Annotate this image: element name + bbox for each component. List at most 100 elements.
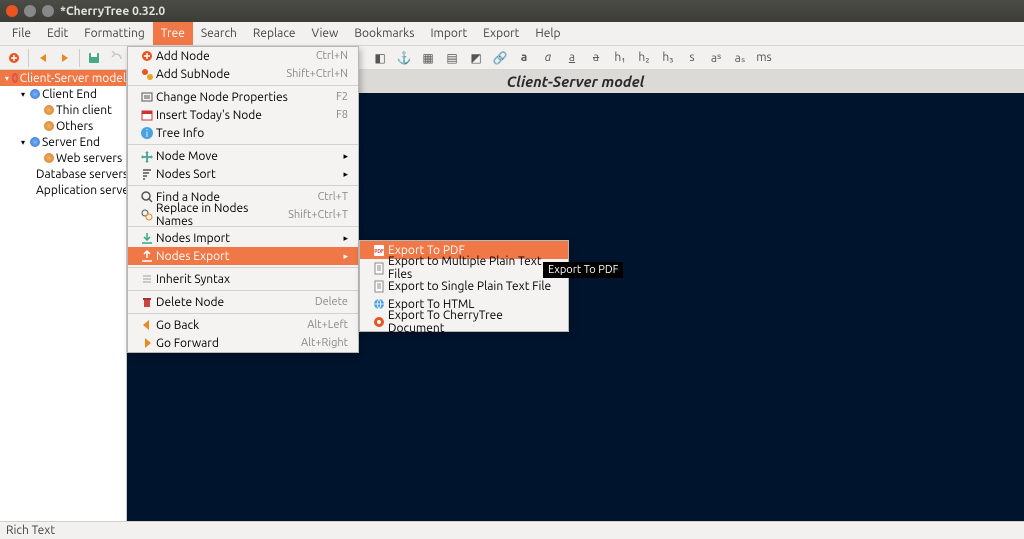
window-minimize-button[interactable] — [24, 5, 36, 17]
tree-menu-dropdown[interactable]: Add NodeCtrl+N Add SubNode Shift+Ctrl+N Cha… — [127, 46, 359, 353]
tree-sidebar[interactable]: ▾ Client-Server model▾ Client End Thin c… — [0, 70, 127, 521]
strike-button[interactable]: a — [586, 48, 606, 68]
menu-item-label: Inherit Syntax — [156, 273, 348, 286]
sub-button[interactable]: aₛ — [730, 48, 750, 68]
menu-item-export-to-cherrytree-document[interactable]: Export To CherryTree Document — [360, 313, 568, 331]
bold-button[interactable]: a — [514, 48, 534, 68]
window-maximize-button[interactable] — [42, 5, 54, 17]
tree-node[interactable]: Web servers — [0, 150, 126, 166]
menu-item-nodes-sort[interactable]: Nodes Sort▸ — [128, 165, 358, 183]
menu-item-label: Go Back — [156, 319, 283, 332]
menu-edit[interactable]: Edit — [39, 22, 76, 45]
window-title: *CherryTree 0.32.0 — [60, 5, 165, 18]
menu-item-inherit-syntax[interactable]: Inherit Syntax — [128, 270, 358, 288]
menu-item-label: Export to Single Plain Text File — [388, 280, 558, 293]
move-icon — [138, 148, 156, 164]
tree-node[interactable]: ▾ Client End — [0, 86, 126, 102]
menu-item-label: Change Node Properties — [156, 91, 312, 104]
menu-formatting[interactable]: Formatting — [76, 22, 153, 45]
picker-button[interactable]: ◧ — [370, 48, 390, 68]
submenu-arrow-icon: ▸ — [343, 251, 348, 262]
h2-button[interactable]: h₂ — [634, 48, 654, 68]
image-ins-button[interactable]: ▦ — [418, 48, 438, 68]
h3-button[interactable]: h₃ — [658, 48, 678, 68]
menu-search[interactable]: Search — [193, 22, 245, 45]
add-node-icon — [138, 48, 156, 64]
menu-shortcut: Alt+Right — [301, 337, 348, 349]
tree-node[interactable]: Database servers — [0, 166, 126, 182]
menu-item-label: Add SubNode — [156, 68, 262, 81]
menu-item-export-to-multiple-plain-text-files[interactable]: Export to Multiple Plain Text Files — [360, 259, 568, 277]
menu-view[interactable]: View — [304, 22, 347, 45]
expand-icon[interactable]: ▾ — [18, 138, 28, 147]
menu-item-insert-today-s-node[interactable]: Insert Today's Node F8 — [128, 106, 358, 124]
node-label: Server End — [42, 136, 100, 149]
menu-file[interactable]: File — [4, 22, 39, 45]
window-close-button[interactable] — [6, 5, 18, 17]
menubar: FileEditFormattingTreeSearchReplaceViewB… — [0, 22, 1024, 46]
small-button[interactable]: s — [682, 48, 702, 68]
link-button[interactable]: 🔗 — [490, 48, 510, 68]
sup-button[interactable]: aˢ — [706, 48, 726, 68]
menu-tree[interactable]: Tree — [153, 22, 193, 45]
menu-item-export-to-single-plain-text-file[interactable]: Export to Single Plain Text File — [360, 277, 568, 295]
tree-node[interactable]: Application servers — [0, 182, 126, 198]
h1-button[interactable]: h₁ — [610, 48, 630, 68]
svg-text:i: i — [146, 128, 148, 139]
expand-icon[interactable]: ▾ — [18, 90, 28, 99]
nav-forward-button[interactable] — [55, 48, 75, 68]
menu-shortcut: F8 — [336, 109, 348, 121]
menu-item-go-forward[interactable]: Go ForwardAlt+Right — [128, 334, 358, 352]
nav-back-button[interactable] — [33, 48, 53, 68]
menu-shortcut: Delete — [315, 296, 348, 308]
info-icon: i — [138, 125, 156, 141]
tree-node[interactable]: Others — [0, 118, 126, 134]
expand-icon[interactable]: ▾ — [4, 74, 10, 83]
menu-replace[interactable]: Replace — [245, 22, 304, 45]
tree-node[interactable]: ▾ Client-Server model — [0, 70, 126, 86]
inherit-icon — [138, 271, 156, 287]
save-button[interactable] — [84, 48, 104, 68]
menu-item-delete-node[interactable]: Delete NodeDelete — [128, 293, 358, 311]
menu-item-add-subnode[interactable]: Add SubNode Shift+Ctrl+N — [128, 65, 358, 83]
tree-node[interactable]: ▾ Server End — [0, 134, 126, 150]
menu-export[interactable]: Export — [475, 22, 527, 45]
tree-node[interactable]: Thin client — [0, 102, 126, 118]
menu-item-nodes-export[interactable]: Nodes Export▸ — [128, 247, 358, 265]
menu-item-label: Insert Today's Node — [156, 109, 312, 122]
menu-item-label: Add Node — [156, 50, 292, 63]
menu-item-go-back[interactable]: Go Back Alt+Left — [128, 316, 358, 334]
tooltip: Export To PDF — [543, 262, 623, 278]
menu-item-nodes-import[interactable]: Nodes Import▸ — [128, 229, 358, 247]
menu-shortcut: Alt+Left — [307, 319, 348, 331]
menu-item-node-move[interactable]: Node Move▸ — [128, 147, 358, 165]
mono-button[interactable]: ms — [754, 48, 774, 68]
menu-separator — [128, 313, 358, 314]
italic-button[interactable]: a — [538, 48, 558, 68]
code-button[interactable]: ◩ — [466, 48, 486, 68]
menu-item-label: Replace in Nodes Names — [156, 202, 264, 228]
submenu-arrow-icon: ▸ — [343, 233, 348, 244]
node-icon — [44, 153, 54, 163]
menu-shortcut: Shift+Ctrl+N — [286, 68, 348, 80]
add-node-button[interactable] — [4, 48, 24, 68]
menu-import[interactable]: Import — [422, 22, 475, 45]
menu-help[interactable]: Help — [527, 22, 568, 45]
menu-separator — [128, 267, 358, 268]
txt-icon — [370, 278, 388, 294]
menu-item-replace-in-nodes-names[interactable]: Replace in Nodes NamesShift+Ctrl+T — [128, 206, 358, 224]
menu-item-add-node[interactable]: Add NodeCtrl+N — [128, 47, 358, 65]
replace-icon — [138, 207, 156, 223]
node-icon — [30, 89, 40, 99]
menu-shortcut: Ctrl+T — [318, 191, 348, 203]
menu-item-change-node-properties[interactable]: Change Node PropertiesF2 — [128, 88, 358, 106]
anchor-button[interactable]: ⚓ — [394, 48, 414, 68]
underline-button[interactable]: a — [562, 48, 582, 68]
nodes-export-submenu[interactable]: PDFExport To PDFExport to Multiple Plain… — [359, 240, 569, 332]
table-button[interactable]: ▤ — [442, 48, 462, 68]
menu-bookmarks[interactable]: Bookmarks — [346, 22, 422, 45]
undo-button[interactable] — [106, 48, 126, 68]
toolbar-separator — [28, 49, 29, 67]
menu-item-tree-info[interactable]: iTree Info — [128, 124, 358, 142]
add-subnode-icon — [138, 66, 156, 82]
